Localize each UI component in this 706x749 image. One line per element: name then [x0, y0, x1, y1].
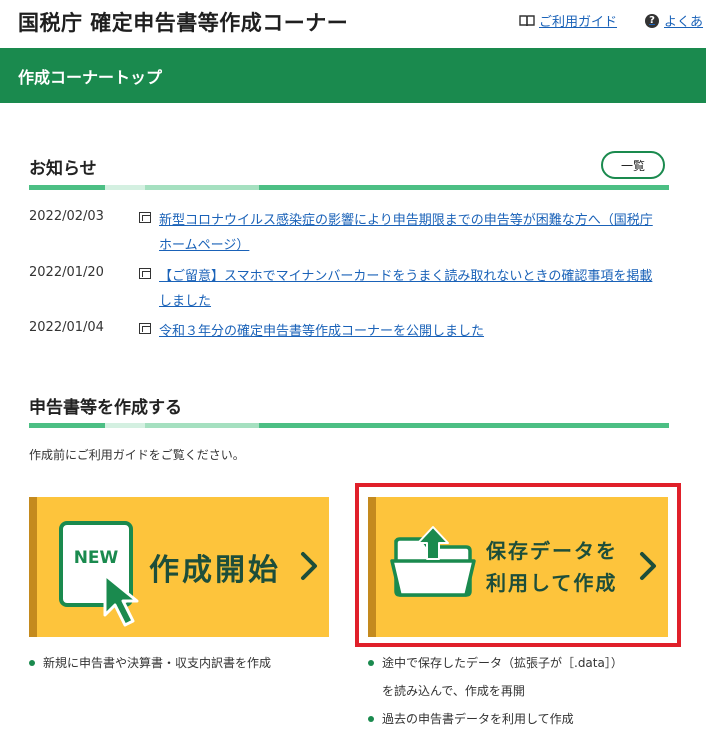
news-link[interactable]: 【ご留意】スマホでマイナンバーカードをうまく読み取れないときの確認事項を掲載しま…	[159, 264, 654, 314]
faq-label[interactable]: よくあ	[664, 11, 703, 30]
news-date: 2022/01/20	[29, 265, 104, 280]
chevron-right-icon	[640, 552, 656, 580]
news-list-button[interactable]: 一覧	[601, 151, 665, 179]
list-item: 途中で保存したデータ（拡張子が［.data］） を読み込んで、作成を再開	[368, 649, 623, 705]
user-guide-link[interactable]: ご利用ガイド	[519, 11, 617, 30]
news-divider	[29, 185, 669, 190]
list-item: 過去の申告書データを利用して作成	[368, 705, 623, 733]
site-title: 国税庁 確定申告書等作成コーナー	[18, 11, 349, 35]
news-date: 2022/02/03	[29, 209, 104, 224]
faq-link[interactable]: ? よくあ	[645, 11, 703, 30]
news-link[interactable]: 令和３年分の確定申告書等作成コーナーを公開しました	[159, 319, 654, 344]
nav-bar: 作成コーナートップ	[0, 48, 706, 103]
create-heading: 申告書等を作成する	[29, 398, 182, 418]
list-item-line: 途中で保存したデータ（拡張子が［.data］）	[382, 656, 623, 670]
news-link[interactable]: 新型コロナウイルス感染症の影響により申告期限までの申告等が困難な方へ（国税庁ホー…	[159, 208, 654, 258]
book-icon	[519, 15, 535, 27]
use-saved-data-label-line1: 保存データを	[486, 539, 618, 563]
start-new-button[interactable]: NEW 作成開始	[29, 497, 329, 637]
window-icon	[139, 268, 151, 279]
window-icon	[139, 323, 151, 334]
news-heading: お知らせ	[29, 159, 97, 179]
list-item-line: を読み込んで、作成を再開	[382, 684, 525, 698]
folder-upload-icon	[390, 526, 476, 597]
start-new-description: 新規に申告書や決算書・収支内訳書を作成	[29, 649, 271, 677]
user-guide-label[interactable]: ご利用ガイド	[539, 11, 617, 30]
question-icon: ?	[645, 13, 659, 28]
news-date: 2022/01/04	[29, 320, 104, 335]
new-badge-text: NEW	[74, 548, 119, 568]
use-saved-data-button[interactable]: 保存データを 利用して作成	[368, 497, 668, 637]
start-new-label: 作成開始	[149, 553, 281, 588]
new-document-icon: NEW	[59, 521, 139, 627]
create-divider	[29, 423, 669, 428]
window-icon	[139, 212, 151, 223]
create-intro: 作成前にご利用ガイドをご覧ください。	[29, 448, 245, 462]
site-header: 国税庁 確定申告書等作成コーナー ご利用ガイド ? よくあ	[0, 0, 706, 48]
use-saved-data-description: 途中で保存したデータ（拡張子が［.data］） を読み込んで、作成を再開 過去の…	[368, 649, 623, 733]
list-item: 新規に申告書や決算書・収支内訳書を作成	[29, 649, 271, 677]
use-saved-data-label-line2: 利用して作成	[486, 571, 618, 595]
nav-title: 作成コーナートップ	[18, 68, 163, 87]
chevron-right-icon	[301, 552, 317, 580]
use-saved-data-label: 保存データを 利用して作成	[486, 535, 618, 599]
